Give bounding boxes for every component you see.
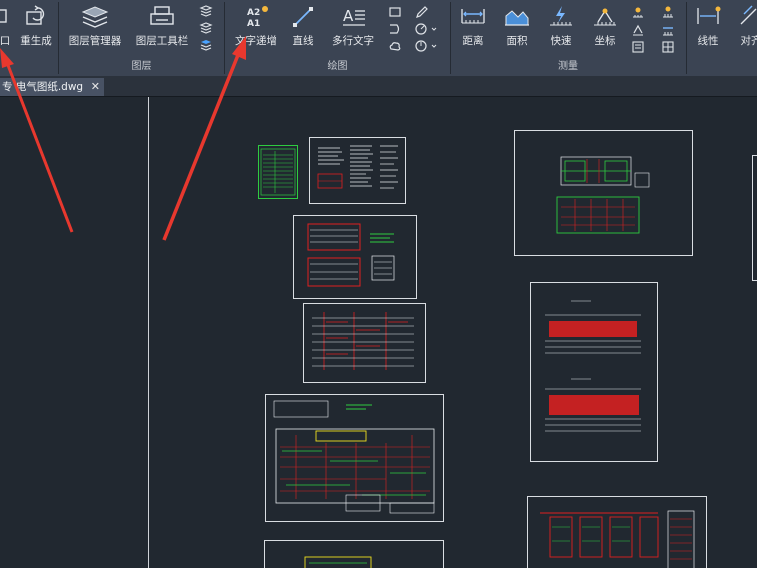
sheet-content bbox=[273, 400, 435, 514]
rectangle-icon[interactable] bbox=[388, 6, 402, 18]
layer-freeze-icon[interactable] bbox=[199, 22, 213, 34]
ruler-grid-icon[interactable] bbox=[661, 40, 675, 54]
text-increment-button[interactable]: A2 A1 文字递增 bbox=[229, 4, 283, 48]
sheet-content bbox=[545, 300, 641, 432]
layer-group: 图层管理器 图层工具栏 图层 bbox=[59, 0, 224, 76]
linear-dim-button[interactable]: 线性 bbox=[689, 4, 727, 48]
drawing-sheet-notes[interactable] bbox=[309, 137, 406, 204]
sheet-content bbox=[260, 148, 296, 196]
angle-measure-icon[interactable] bbox=[631, 23, 645, 37]
quick-measure-button[interactable]: 快速 bbox=[541, 4, 581, 48]
file-tab-bar: 专 电气图纸.dwg ✕ bbox=[0, 76, 757, 97]
sheet-content bbox=[540, 510, 695, 568]
printer-icon bbox=[150, 6, 174, 25]
mtext-icon: A bbox=[343, 7, 365, 26]
ellipse-icon[interactable] bbox=[415, 40, 439, 52]
drawing-sheet-riser[interactable] bbox=[303, 303, 426, 383]
drawing-sheet-edge[interactable] bbox=[752, 155, 757, 281]
regen-icon bbox=[26, 5, 45, 25]
file-tab-title: 电气图纸.dwg bbox=[15, 81, 84, 93]
drawing-canvas[interactable] bbox=[0, 97, 757, 568]
aligned-dim-icon bbox=[740, 5, 757, 25]
layer-toolbar-button[interactable]: 图层工具栏 bbox=[131, 4, 193, 48]
measure-group-label: 测量 bbox=[558, 61, 578, 72]
close-icon[interactable]: ✕ bbox=[91, 78, 100, 96]
sheet-content bbox=[556, 156, 650, 234]
text-increment-icon: A2 A1 bbox=[247, 6, 268, 29]
layer-color-icon[interactable] bbox=[199, 39, 213, 51]
list-measure-icon[interactable] bbox=[631, 40, 645, 54]
partial-window-button[interactable]: 口 bbox=[0, 4, 14, 48]
sheet-content bbox=[304, 556, 372, 568]
ruler-line-icon[interactable] bbox=[661, 23, 675, 37]
measure-group: 距离 面积 快速 坐标 测量 bbox=[451, 0, 685, 76]
distance-icon bbox=[461, 9, 485, 24]
svg-text:A2: A2 bbox=[247, 8, 260, 18]
aligned-dim-button[interactable]: 对齐 bbox=[731, 4, 757, 48]
sheet-content bbox=[317, 145, 398, 189]
area-icon bbox=[505, 10, 529, 26]
dimension-group: 线性 对齐 bbox=[687, 0, 757, 76]
layer-state-icon[interactable] bbox=[199, 5, 213, 17]
file-tab[interactable]: 专 电气图纸.dwg ✕ bbox=[0, 78, 104, 96]
drawing-sheet-bottom-plan[interactable] bbox=[264, 540, 444, 568]
layer-manager-button[interactable]: 图层管理器 bbox=[63, 4, 127, 48]
svg-text:A: A bbox=[343, 7, 354, 25]
drawing-sheet-elevation[interactable] bbox=[530, 282, 658, 462]
regen-button[interactable]: 重生成 bbox=[18, 4, 54, 48]
mtext-button[interactable]: A 多行文字 bbox=[325, 4, 381, 48]
lightning-icon bbox=[550, 6, 572, 26]
sheet-content bbox=[312, 312, 414, 370]
circle-icon[interactable] bbox=[415, 23, 439, 35]
distance-button[interactable]: 距离 bbox=[453, 4, 493, 48]
layers-icon bbox=[81, 6, 109, 28]
cloud-icon[interactable] bbox=[388, 40, 402, 52]
coordinate-icon bbox=[594, 8, 616, 26]
line-button[interactable]: 直线 bbox=[285, 4, 321, 48]
drawing-sheet-floorplan[interactable] bbox=[265, 394, 444, 522]
linear-dim-icon bbox=[697, 6, 721, 24]
svg-text:A1: A1 bbox=[247, 19, 260, 29]
draw-group-label: 绘图 bbox=[327, 61, 348, 72]
layer-group-label: 图层 bbox=[131, 61, 152, 72]
drawing-sheet-legend[interactable] bbox=[258, 145, 298, 199]
id-point-icon[interactable] bbox=[631, 5, 645, 19]
drawing-sheet-distribution[interactable] bbox=[527, 496, 707, 568]
pencil-icon[interactable] bbox=[415, 6, 429, 18]
ruler-point-icon[interactable] bbox=[661, 5, 675, 19]
ribbon: 口 重生成 图层管理器 图层工具栏 图层 A2 A1 文字递增 直线 A 多行文… bbox=[0, 0, 757, 77]
draw-group: A2 A1 文字递增 直线 A 多行文字 绘图 bbox=[225, 0, 450, 76]
file-tab-prefix: 专 bbox=[2, 81, 13, 93]
area-button[interactable]: 面积 bbox=[497, 4, 537, 48]
drawing-sheet-system[interactable] bbox=[293, 215, 417, 299]
sheet-content bbox=[307, 223, 395, 287]
drawing-sheet-building-plan[interactable] bbox=[514, 130, 693, 256]
line-icon bbox=[293, 7, 313, 27]
polyline-icon[interactable] bbox=[388, 23, 402, 35]
coordinate-button[interactable]: 坐标 bbox=[585, 4, 625, 48]
viewport-boundary-line bbox=[148, 97, 149, 568]
